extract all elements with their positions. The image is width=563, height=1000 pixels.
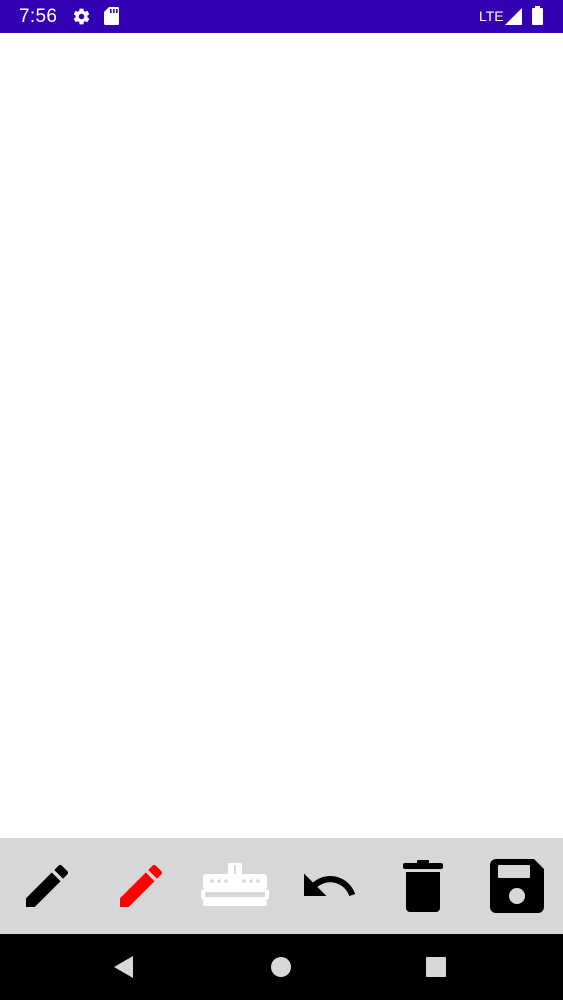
gear-icon — [73, 8, 90, 25]
eraser-icon — [201, 863, 269, 906]
undo-button[interactable] — [282, 838, 376, 934]
network-type: LTE — [479, 8, 504, 24]
navigation-bar — [0, 934, 563, 1000]
toolbar — [0, 838, 563, 934]
eraser-button[interactable] — [188, 838, 282, 934]
save-icon — [490, 859, 544, 913]
recents-button[interactable] — [396, 934, 476, 1000]
back-button[interactable] — [84, 934, 164, 1000]
status-time: 7:56 — [19, 6, 58, 27]
pencil-icon — [26, 864, 69, 907]
undo-icon — [304, 873, 356, 896]
home-button[interactable] — [241, 934, 321, 1000]
back-icon — [114, 956, 133, 978]
sd-card-icon — [104, 7, 119, 25]
home-icon — [271, 957, 291, 977]
drawing-canvas[interactable] — [0, 33, 563, 838]
trash-icon — [403, 860, 443, 912]
recents-icon — [426, 957, 446, 977]
signal-icon — [505, 8, 522, 25]
battery-icon — [532, 6, 543, 25]
status-bar: 7:56 LTE — [0, 0, 563, 33]
red-pen-button[interactable] — [94, 838, 188, 934]
delete-button[interactable] — [376, 838, 470, 934]
pencil-icon — [120, 864, 163, 907]
black-pen-button[interactable] — [0, 838, 94, 934]
save-button[interactable] — [470, 838, 563, 934]
